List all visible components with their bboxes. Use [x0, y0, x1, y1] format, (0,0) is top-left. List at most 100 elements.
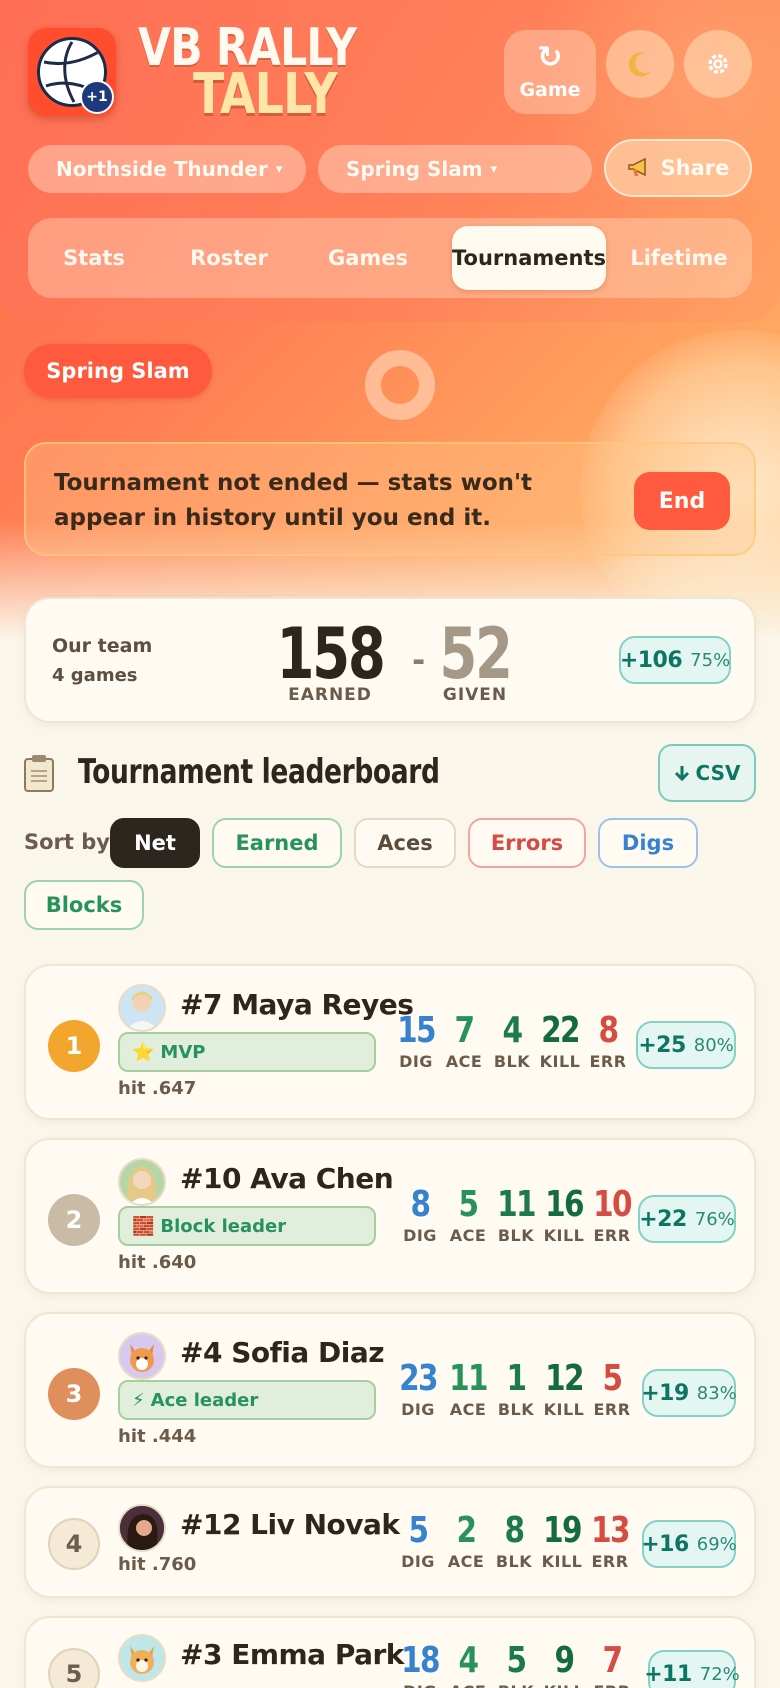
stat-dig: 15 DIG — [392, 1012, 440, 1072]
badge-label: Block leader — [160, 1215, 287, 1237]
stat-err: 7ERR — [588, 1642, 636, 1688]
block-leader-badge: 🧱 Block leader — [118, 1206, 376, 1246]
stat-ace: 2 ACE — [442, 1512, 490, 1572]
stat-blk-value: 8 — [504, 1510, 526, 1551]
megaphone-icon — [627, 157, 646, 177]
player-net-value: +11 — [644, 1661, 692, 1687]
leaderboard-title: Tournament leaderboard — [78, 752, 440, 792]
stat-ace: 4ACE — [444, 1642, 492, 1688]
stat-kill: 9KILL — [540, 1642, 588, 1688]
stat-kill: 16 KILL — [540, 1184, 588, 1246]
tournament-select-value: Spring Slam — [346, 157, 483, 181]
stat-kill: 19 KILL — [538, 1510, 586, 1572]
player-card[interactable]: 4 #12 Liv Novak hit .760 5 DIG 2 ACE 8 BLK … — [24, 1486, 756, 1598]
stat-blk-value: 1 — [506, 1358, 528, 1399]
player-net-percent: 69% — [696, 1533, 737, 1555]
hit-percentage: hit .640 — [118, 1252, 197, 1273]
csv-export-button[interactable]: CSV — [658, 744, 756, 802]
stat-dig-value: 5 — [408, 1510, 430, 1551]
team-net-pill: +106 75% — [619, 636, 731, 684]
stat-kill-value: 16 — [545, 1184, 584, 1225]
stat-dig-label: DIG — [401, 1400, 435, 1419]
stat-kill-value: 22 — [541, 1010, 580, 1051]
rank-badge: 3 — [48, 1368, 100, 1420]
hit-percentage: hit .444 — [118, 1426, 197, 1447]
stat-kill-value: 19 — [543, 1510, 582, 1551]
player-net-pill: +11 72% — [644, 1650, 740, 1688]
player-net-pill: +16 69% — [641, 1520, 737, 1568]
stat-dig: 5 DIG — [394, 1510, 442, 1572]
stat-err: 10 ERR — [588, 1184, 636, 1246]
rank-badge: 5 — [48, 1648, 100, 1688]
avatar — [118, 1634, 166, 1682]
theme-toggle-button[interactable] — [606, 30, 674, 98]
stat-blk-label: BLK — [495, 1552, 533, 1571]
stat-ace: 7 ACE — [440, 1010, 488, 1072]
stat-ace-value: 4 — [458, 1640, 480, 1681]
player-card[interactable]: 1 #7 Maya Reyes ⭐ MVP hit .647 15 DIG 7 AC… — [24, 964, 756, 1120]
mvp-badge: ⭐ MVP — [118, 1032, 376, 1072]
clipboard-icon — [24, 755, 54, 792]
tab-tournaments[interactable]: Tournaments — [452, 226, 606, 290]
plus-one-badge: +1 — [80, 80, 114, 114]
player-net-percent: 83% — [696, 1382, 737, 1404]
stat-blk-label: BLK — [497, 1226, 535, 1245]
stat-err-label: ERR — [589, 1052, 627, 1071]
brand-title-line2: TALLY — [193, 62, 338, 127]
stat-err: 5 ERR — [588, 1360, 636, 1420]
tab-stats[interactable]: Stats — [36, 226, 152, 290]
stat-kill-label: KILL — [540, 1682, 588, 1688]
team-select[interactable]: Northside Thunder ▾ — [28, 145, 306, 193]
tab-roster[interactable]: Roster — [160, 226, 298, 290]
stat-blk: 1 BLK — [492, 1358, 540, 1420]
chevron-down-icon: ▾ — [275, 161, 283, 177]
avatar — [118, 1158, 166, 1206]
stat-kill-label: KILL — [539, 1052, 581, 1071]
avatar — [118, 1332, 166, 1380]
summary-team-label: Our team — [52, 635, 153, 657]
tournament-select[interactable]: Spring Slam ▾ — [318, 145, 592, 193]
stat-blk: 4 BLK — [488, 1012, 536, 1072]
tab-games[interactable]: Games — [306, 226, 430, 290]
lightning-icon: ⚡ — [132, 1389, 145, 1411]
badge-label: Ace leader — [150, 1389, 259, 1411]
stat-ace-value: 7 — [454, 1010, 476, 1051]
stat-dig-value: 18 — [401, 1640, 440, 1681]
refresh-icon: ↻ — [537, 40, 563, 75]
sort-earned-chip[interactable]: Earned — [212, 818, 342, 868]
tab-lifetime[interactable]: Lifetime — [614, 226, 744, 290]
new-game-button[interactable]: ↻ Game — [504, 30, 596, 114]
stat-err: 8 ERR — [584, 1012, 632, 1072]
csv-label: CSV — [695, 761, 741, 785]
player-card[interactable]: 3 #4 Sofia Diaz ⚡ Ace leader hit .444 23… — [24, 1312, 756, 1468]
download-arrow-icon — [674, 766, 689, 782]
moon-icon — [629, 52, 651, 77]
stat-dig-value: 8 — [410, 1184, 432, 1225]
sort-net-chip[interactable]: Net — [110, 818, 200, 868]
stat-blk-value: 5 — [506, 1640, 528, 1681]
rank-badge: 4 — [48, 1518, 100, 1570]
hit-percentage: hit .647 — [118, 1078, 197, 1099]
tournament-chip[interactable]: Spring Slam — [24, 344, 212, 398]
sort-aces-chip[interactable]: Aces — [354, 818, 456, 868]
share-button[interactable]: Share — [604, 139, 752, 197]
player-card[interactable]: 2 #10 Ava Chen 🧱 Block leader hit .640 8… — [24, 1138, 756, 1294]
sort-errors-chip[interactable]: Errors — [468, 818, 586, 868]
tournament-warning-banner: Tournament not ended — stats won't appea… — [24, 442, 756, 556]
sort-blocks-chip[interactable]: Blocks — [24, 880, 144, 930]
stat-dig: 8 DIG — [396, 1184, 444, 1246]
end-tournament-button[interactable]: End — [634, 472, 730, 530]
player-card[interactable]: 5 #3 Emma Park 18DIG 4ACE 5BLK 9KILL 7ER… — [24, 1616, 756, 1688]
stat-dig: 18DIG — [396, 1642, 444, 1688]
settings-button[interactable] — [684, 30, 752, 98]
avatar — [118, 1504, 166, 1552]
stat-blk: 8 BLK — [490, 1510, 538, 1572]
sort-by-label: Sort by — [24, 830, 110, 854]
player-name: #10 Ava Chen — [180, 1162, 394, 1195]
sort-digs-chip[interactable]: Digs — [598, 818, 698, 868]
stat-err-value: 10 — [593, 1184, 632, 1225]
stat-kill-label: KILL — [543, 1400, 585, 1419]
earned-label: EARNED — [288, 685, 372, 705]
stat-dig-label: DIG — [403, 1226, 437, 1245]
stat-err-label: ERR — [591, 1552, 629, 1571]
